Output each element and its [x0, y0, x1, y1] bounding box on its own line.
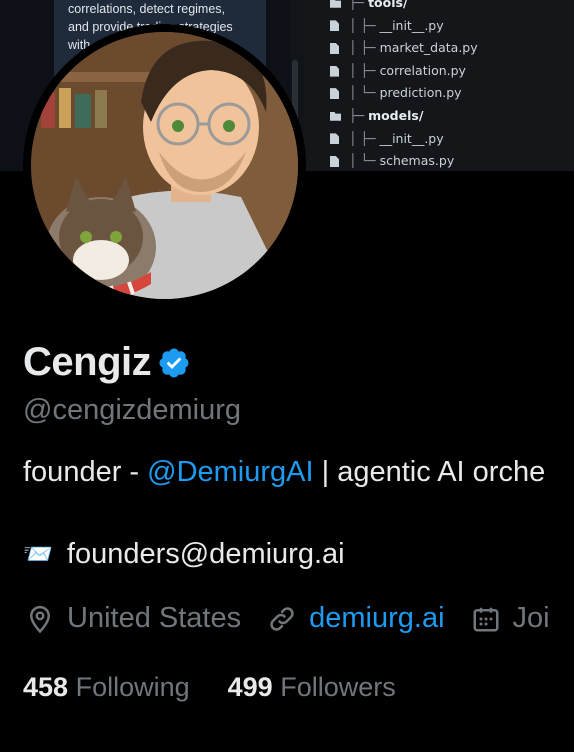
tree-row: │ └─ schemas.py [330, 150, 574, 171]
location-pin-icon [29, 605, 51, 633]
profile-bio: founder - @DemiurgAI | agentic AI orche [23, 456, 545, 489]
avatar-illustration [31, 32, 298, 299]
tree-row: │ └─ prediction.py [330, 82, 574, 105]
profile-name-row: Cengiz [23, 340, 191, 385]
folder-icon [330, 0, 341, 8]
profile-location: United States [25, 602, 241, 635]
tree-prefix: │ ├─ [349, 130, 376, 146]
tree-name: models/ [368, 107, 424, 123]
followers-count: 499 [227, 672, 273, 702]
avatar[interactable] [31, 32, 298, 299]
profile-website[interactable]: demiurg.ai [267, 602, 445, 635]
follow-stats: 458 Following 499 Followers [23, 672, 396, 703]
tree-name: prediction.py [379, 85, 462, 101]
link-icon [270, 606, 294, 631]
file-icon [330, 155, 339, 167]
tree-prefix: │ ├─ [349, 17, 376, 33]
tree-prefix: │ └─ [349, 85, 376, 101]
following-label: Following [75, 672, 190, 702]
bio-suffix: | agentic AI orche [313, 456, 546, 488]
profile-meta: United States demiurg.ai Joi [25, 602, 574, 635]
tree-row: │ ├─ __init__.py [330, 128, 574, 151]
location-text: United States [67, 602, 242, 634]
website-link[interactable]: demiurg.ai [309, 602, 444, 635]
file-tree: ├─ tools/ │ ├─ __init__.py │ ├─ market_data… [330, 0, 574, 171]
following-count: 458 [23, 672, 69, 702]
tree-name: schemas.py [379, 153, 455, 169]
file-icon [330, 133, 339, 145]
tree-row: ├─ models/ [330, 105, 574, 128]
profile-handle: @cengizdemiurg [23, 394, 242, 426]
verified-badge-icon[interactable] [157, 346, 191, 380]
tree-name: __init__.py [379, 130, 444, 146]
joined-text: Joi [512, 602, 550, 634]
calendar-icon [473, 607, 499, 631]
incoming-envelope-icon: 📨 [23, 541, 53, 568]
file-icon [330, 88, 339, 100]
profile-name: Cengiz [23, 340, 152, 384]
file-icon [330, 20, 339, 32]
bio-mention-link[interactable]: @DemiurgAI [147, 456, 313, 488]
followers-label: Followers [280, 672, 396, 702]
tree-name: market_data.py [379, 40, 478, 56]
bio-prefix: founder - [23, 456, 148, 488]
tree-name: correlation.py [379, 62, 466, 78]
tree-prefix: │ └─ [349, 153, 376, 169]
tree-row: │ ├─ correlation.py [330, 60, 574, 83]
profile-joined: Joi [471, 602, 550, 635]
tree-prefix: │ ├─ [349, 40, 376, 56]
following-link[interactable]: 458 Following [23, 672, 190, 703]
tree-row: │ ├─ market_data.py [330, 37, 574, 60]
followers-link[interactable]: 499 Followers [228, 672, 396, 703]
bio-email: founders@demiurg.ai [66, 538, 345, 570]
file-icon [330, 65, 339, 77]
tree-prefix: ├─ [349, 107, 365, 123]
banner-text-line: correlations, detect regimes, [68, 2, 226, 16]
tree-row: ├─ tools/ [330, 0, 574, 15]
tree-name: __init__.py [379, 17, 444, 33]
file-icon [330, 42, 339, 54]
folder-icon [330, 111, 341, 121]
tree-prefix: │ ├─ [349, 62, 376, 78]
bio-email-row: 📨 founders@demiurg.ai [23, 538, 345, 571]
tree-row: │ ├─ __init__.py [330, 15, 574, 38]
tree-name: tools/ [368, 0, 408, 10]
tree-prefix: ├─ [349, 0, 365, 10]
